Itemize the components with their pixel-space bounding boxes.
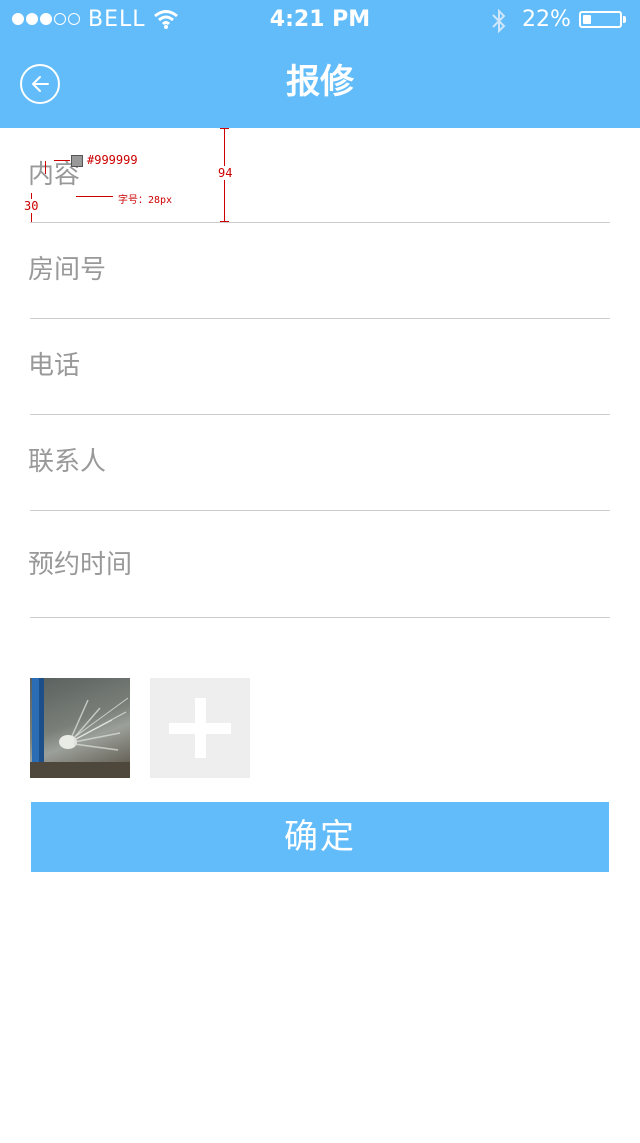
color-code-label: #999999 [87, 153, 138, 167]
room-number-input[interactable] [28, 223, 610, 316]
divider [30, 510, 610, 511]
contact-field-row [28, 415, 610, 509]
attachment-thumbnail[interactable] [30, 678, 130, 778]
contact-person-input[interactable] [28, 415, 610, 508]
confirm-button[interactable]: 确定 [31, 802, 609, 872]
battery-percent: 22% [522, 7, 571, 32]
header-bar: BELL 4:21 PM 22% 报修 [0, 0, 640, 128]
dimension-tick [220, 221, 229, 222]
color-pointer-line [45, 161, 46, 174]
appointment-time-input[interactable] [28, 518, 610, 611]
color-swatch [71, 155, 83, 167]
battery-level [583, 15, 591, 24]
font-pointer-line [76, 196, 113, 197]
leaking-pipe-photo [30, 678, 130, 778]
bluetooth-icon [489, 7, 509, 39]
plus-icon-vertical [194, 698, 206, 758]
margin-dimension-label: 30 [24, 199, 39, 213]
height-dimension-label: 94 [218, 166, 233, 180]
content-input[interactable] [28, 128, 610, 221]
room-field-row [28, 223, 610, 317]
dimension-tick [220, 128, 229, 129]
divider [30, 617, 610, 618]
color-pointer-line [54, 160, 70, 161]
phone-input[interactable] [28, 319, 610, 412]
battery-icon [579, 11, 622, 28]
phone-field-row [28, 319, 610, 413]
add-photo-button[interactable] [150, 678, 250, 778]
status-bar: BELL 4:21 PM 22% [0, 0, 640, 40]
font-size-label: 字号：28px [118, 195, 173, 206]
page-title: 报修 [286, 62, 354, 102]
appointment-field-row [28, 518, 610, 612]
battery-nub [623, 16, 626, 23]
content-field-row [28, 128, 610, 222]
